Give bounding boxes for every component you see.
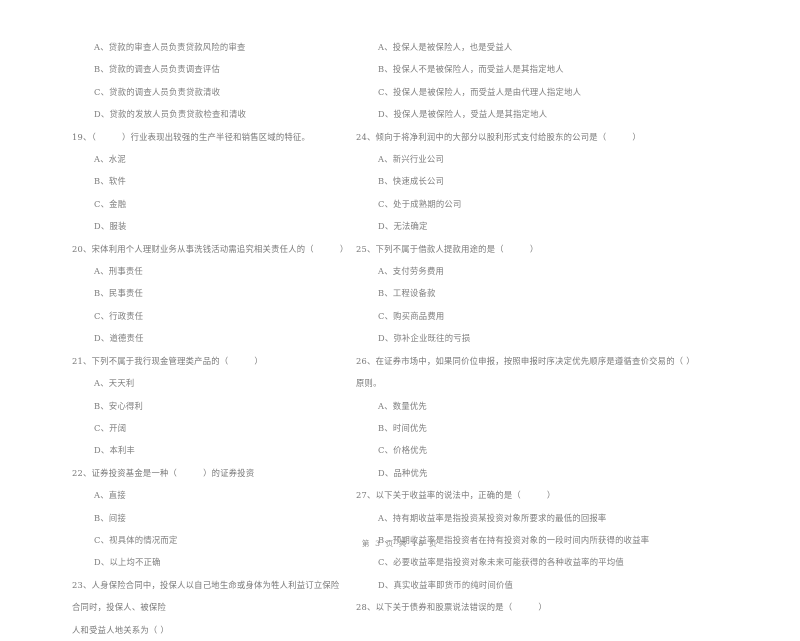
question-block: 26、在证券市场中，如果同价位申报，按照申报时序决定优先顺序是遵循查价交易的（ … (356, 350, 762, 484)
stem-text-after: ） (632, 131, 641, 142)
option-item: B、贷款的调查人员负责调查评估 (94, 64, 221, 75)
option-item: A、天天利 (94, 378, 135, 389)
option-item: D、无法确定 (378, 221, 428, 232)
question-stem: 22、证券投资基金是一种（ ）的证券投资 (72, 462, 342, 484)
option-item: A、支付劳务费用 (378, 266, 445, 277)
question-block: 21、下列不属于我行现金管理类产品的（ ） A、天天利 B、安心得利 C、开阔 D… (72, 350, 342, 462)
option-item: C、投保人是被保险人，而受益人是由代理人指定地人 (378, 86, 582, 97)
stem-text-before: 下列不属于借款人提款用途的是（ (375, 243, 504, 254)
question-stem: 27、以下关于收益率的说法中，正确的是（ ） (356, 484, 762, 506)
option-item: C、购买商品费用 (378, 310, 445, 321)
stem-text-after: ）的证券投资 (203, 467, 255, 478)
stem-text-before: 以下关于收益率的说法中，正确的是（ (375, 490, 521, 501)
option-item: C、处于成熟期的公司 (378, 198, 462, 209)
question-stem: 19、（ ）行业表现出较强的生产半径和销售区域的特征。 (72, 126, 342, 148)
option-item: A、直接 (94, 490, 126, 501)
option-item: C、价格优先 (378, 445, 428, 456)
question-block: 25、下列不属于借款人提款用途的是（ ） A、支付劳务费用 B、工程设备款 C、购… (356, 238, 762, 350)
option-item: A、投保人是被保险人，也是受益人 (378, 42, 513, 52)
question-stem-continuation: 人和受益人地关系为（ ） (72, 624, 169, 635)
option-item: A、水泥 (94, 154, 126, 165)
exam-page: A、贷款的审查人员负责贷款风险的审查 B、贷款的调查人员负责调查评估 C、贷款的… (0, 0, 800, 635)
option-item: B、间接 (94, 512, 126, 523)
option-item: A、持有期收益率是指投资某投资对象所要求的最低的回报率 (378, 512, 607, 523)
question-number: 20、 (72, 243, 92, 254)
question-number: 24、 (356, 131, 376, 142)
option-item: B、民事责任 (94, 288, 144, 299)
option-item: C、金融 (94, 198, 127, 209)
option-item: B、安心得利 (94, 400, 144, 411)
question-stem: 24、倾向于将净利润中的大部分以股利形式支付给股东的公司是（ ） (356, 126, 762, 148)
option-item: B、投保人不是被保险人，而受益人是其指定地人 (378, 64, 564, 75)
stem-text-after: ）行业表现出较强的生产半径和销售区域的特征。 (122, 131, 311, 142)
stem-text-before: 以下关于债券和股票说法错误的是（ (375, 602, 513, 613)
option-item: C、贷款的调查人员负责贷款清收 (94, 86, 221, 97)
question-block: 24、倾向于将净利润中的大部分以股利形式支付给股东的公司是（ ） A、新兴行业公司… (356, 126, 762, 238)
option-item: A、贷款的审查人员负责贷款风险的审查 (94, 42, 246, 52)
question-number: 25、 (356, 243, 376, 254)
question-number: 27、 (356, 490, 376, 501)
stem-text-line1: 在证券市场中，如果同价位申报，按照申报时序决定优先顺序是遵循查价交易的（ ） (375, 355, 695, 366)
option-item: D、品种优先 (378, 467, 428, 478)
option-item: D、贷款的发放人员负责贷款检查和清收 (94, 109, 247, 120)
option-item: D、道德责任 (94, 333, 144, 344)
option-group: A、贷款的审查人员负责贷款风险的审查 B、贷款的调查人员负责调查评估 C、贷款的… (72, 36, 342, 126)
option-item: B、时间优先 (378, 422, 428, 433)
left-column: A、贷款的审查人员负责贷款风险的审查 B、贷款的调查人员负责调查评估 C、贷款的… (0, 36, 348, 641)
option-item: D、投保人是被保险人，受益人是其指定地人 (378, 109, 548, 120)
question-stem: 25、下列不属于借款人提款用途的是（ ） (356, 238, 762, 260)
question-number: 19、 (72, 131, 92, 142)
question-stem: 21、下列不属于我行现金管理类产品的（ ） (72, 350, 342, 372)
right-column: A、投保人是被保险人，也是受益人 B、投保人不是被保险人，而受益人是其指定地人 … (348, 36, 800, 641)
page-footer: 第 3 页 共 18 页 (361, 539, 439, 548)
option-item: C、开阔 (94, 422, 127, 433)
stem-text-after: ） (529, 243, 539, 254)
question-stem-continuation: 原则。 (356, 378, 382, 389)
question-stem: 26、在证券市场中，如果同价位申报，按照申报时序决定优先顺序是遵循查价交易的（ … (356, 350, 762, 372)
option-item: A、刑事责任 (94, 266, 143, 277)
question-block: 19、（ ）行业表现出较强的生产半径和销售区域的特征。 A、水泥 B、软件 C、金… (72, 126, 342, 238)
option-group: A、投保人是被保险人，也是受益人 B、投保人不是被保险人，而受益人是其指定地人 … (356, 36, 762, 126)
question-stem: 28、以下关于债券和股票说法错误的是（ ） (356, 596, 762, 618)
option-item: D、服装 (94, 221, 127, 232)
option-item: D、弥补企业既往的亏损 (378, 333, 471, 344)
question-number: 22、 (72, 467, 92, 478)
question-stem: 20、宋体利用个人理财业务从事洗钱活动需追究相关责任人的（） (72, 238, 348, 260)
stem-text-before: 下列不属于我行现金管理类产品的（ (91, 355, 229, 366)
option-item: A、新兴行业公司 (378, 154, 445, 165)
stem-text-after: ） (254, 355, 263, 366)
option-item: D、真实收益率即货币的纯时间价值 (378, 579, 514, 590)
question-number: 23、 (72, 579, 92, 590)
stem-text-before: 证券投资基金是一种（ (91, 467, 178, 478)
question-stem: 23、人身保险合同中，投保人以自己地生命或身体为牲人利益订立保险合同时，投保人、… (72, 574, 342, 619)
question-block: 23、人身保险合同中，投保人以自己地生命或身体为牲人利益订立保险合同时，投保人、… (72, 574, 342, 641)
question-block: 20、宋体利用个人理财业务从事洗钱活动需追究相关责任人的（） A、刑事责任 B、… (72, 238, 348, 350)
option-item: B、快速成长公司 (378, 176, 445, 187)
stem-text-after: ） (538, 602, 547, 613)
question-number: 28、 (356, 602, 376, 613)
option-item: C、必要收益率是指投资对象未来可能获得的各种收益率的平均值 (378, 557, 624, 568)
option-item: D、以上均不正确 (94, 557, 161, 568)
stem-text-before: 宋体利用个人理财业务从事洗钱活动需追究相关责任人的（ (91, 243, 314, 254)
stem-text-before: 倾向于将净利润中的大部分以股利形式支付给股东的公司是（ (375, 131, 607, 142)
option-item: C、行政责任 (94, 310, 144, 321)
option-item: A、数量优先 (378, 400, 427, 411)
question-number: 26、 (356, 355, 376, 366)
question-block: 28、以下关于债券和股票说法错误的是（ ） (356, 596, 762, 618)
stem-text-line1: 人身保险合同中，投保人以自己地生命或身体为牲人利益订立保险合同时，投保人、被保险 (72, 579, 340, 613)
question-block: 22、证券投资基金是一种（ ）的证券投资 A、直接 B、间接 C、视具体的情况而定… (72, 462, 342, 574)
stem-text-after: ） (546, 490, 556, 501)
option-item: B、软件 (94, 176, 126, 187)
option-item: D、本利丰 (94, 445, 136, 456)
option-item: B、工程设备款 (378, 288, 436, 299)
stem-text-before: （ (91, 131, 97, 142)
question-number: 21、 (72, 355, 92, 366)
